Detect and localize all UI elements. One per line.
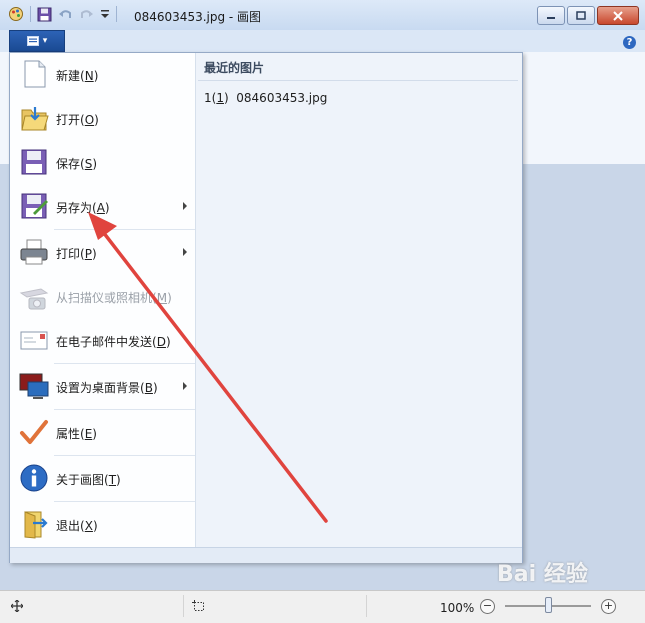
recent-pictures-title: 最近的图片 <box>204 61 265 75</box>
menu-divider <box>54 363 195 364</box>
submenu-arrow-icon <box>183 382 187 390</box>
menu-item-label: 打印(P) <box>56 247 97 261</box>
menu-item-0[interactable]: 新建(N) <box>10 53 195 97</box>
menu-item-3[interactable]: 另存为(A) <box>10 185 195 229</box>
watermark-logo: Bai 经验 <box>497 562 588 587</box>
save-as-icon <box>19 191 49 221</box>
menu-command-list: 新建(N) 打开(O) 保存(S) 另存为(A) 打印(P) 从扫描仪或照相机(M) 在电子… <box>10 53 196 547</box>
submenu-arrow-icon <box>183 202 187 210</box>
menu-item-label: 在电子邮件中发送(D) <box>56 335 171 349</box>
status-separator <box>183 595 184 617</box>
window-title: 084603453.jpg - 画图 <box>134 10 262 24</box>
menu-item-label: 打开(O) <box>56 113 99 127</box>
menu-divider <box>54 409 195 410</box>
menu-item-2[interactable]: 保存(S) <box>10 141 195 185</box>
zoom-out-button[interactable]: − <box>480 599 495 614</box>
menu-divider <box>54 455 195 456</box>
close-icon <box>613 10 623 21</box>
window-controls <box>537 6 639 25</box>
menu-item-7[interactable]: 设置为桌面背景(B) <box>10 365 195 409</box>
desktop-background-icon <box>19 371 49 401</box>
customize-toolbar-icon[interactable] <box>100 8 110 20</box>
cursor-position-icon <box>11 600 23 612</box>
paint-app-icon[interactable] <box>8 6 24 22</box>
menu-item-4[interactable]: 打印(P) <box>10 231 195 275</box>
menu-item-9[interactable]: 关于画图(T) <box>10 457 195 501</box>
submenu-arrow-icon <box>183 248 187 256</box>
menu-item-1[interactable]: 打开(O) <box>10 97 195 141</box>
maximize-icon <box>576 11 586 20</box>
menu-item-label: 属性(E) <box>56 427 97 441</box>
file-menu-icon <box>26 36 39 46</box>
checkmark-icon <box>19 417 49 447</box>
menu-item-10[interactable]: 退出(X) <box>10 503 195 547</box>
save-icon <box>19 147 49 177</box>
email-icon <box>19 325 49 355</box>
menu-item-label: 从扫描仪或照相机(M) <box>56 291 172 305</box>
menu-item-label: 保存(S) <box>56 157 98 171</box>
menu-item-5[interactable]: 从扫描仪或照相机(M) <box>10 275 195 319</box>
menu-item-label: 设置为桌面背景(B) <box>56 381 158 395</box>
recent-file-number: 1 <box>204 91 212 105</box>
minimize-button[interactable] <box>537 6 565 25</box>
menu-item-8[interactable]: 属性(E) <box>10 411 195 455</box>
scanner-icon <box>19 281 49 311</box>
zoom-in-button[interactable]: + <box>601 599 616 614</box>
redo-icon[interactable] <box>79 7 94 22</box>
title-bar: 084603453.jpg - 画图 <box>0 0 645 31</box>
undo-icon[interactable] <box>58 7 73 22</box>
menu-item-label: 退出(X) <box>56 519 98 533</box>
recent-file-item[interactable]: 1(1) 084603453.jpg <box>204 91 327 105</box>
menu-item-6[interactable]: 在电子邮件中发送(D) <box>10 319 195 363</box>
close-button[interactable] <box>597 6 639 25</box>
menu-item-label: 另存为(A) <box>56 201 110 215</box>
zoom-slider-thumb[interactable] <box>544 597 552 613</box>
maximize-button[interactable] <box>567 6 595 25</box>
file-menu-button[interactable]: ▾ <box>9 30 65 52</box>
menu-divider <box>54 229 195 230</box>
quick-access-toolbar <box>8 6 117 22</box>
open-folder-icon <box>19 103 49 133</box>
recent-divider <box>198 80 518 81</box>
menu-item-label: 关于画图(T) <box>56 473 121 487</box>
quick-save-icon[interactable] <box>37 7 52 22</box>
zoom-level: 100% <box>440 601 475 615</box>
menu-divider <box>54 501 195 502</box>
minimize-icon <box>547 16 555 19</box>
ribbon-tab-bar <box>0 30 645 52</box>
printer-icon <box>19 237 49 267</box>
help-icon[interactable]: ? <box>623 36 636 49</box>
recent-file-key: 1 <box>216 91 224 105</box>
recent-file-name: 084603453.jpg <box>236 91 328 105</box>
file-menu-chevron-icon: ▾ <box>42 36 48 46</box>
info-icon <box>19 463 49 493</box>
selection-size-icon <box>192 600 204 611</box>
exit-icon <box>19 509 49 539</box>
new-file-icon <box>19 59 49 89</box>
recent-pictures-panel <box>196 53 522 547</box>
menu-item-label: 新建(N) <box>56 69 99 83</box>
status-separator <box>366 595 367 617</box>
menu-footer <box>10 547 522 563</box>
file-menu-popup: 新建(N) 打开(O) 保存(S) 另存为(A) 打印(P) 从扫描仪或照相机(M) 在电子… <box>9 52 523 563</box>
